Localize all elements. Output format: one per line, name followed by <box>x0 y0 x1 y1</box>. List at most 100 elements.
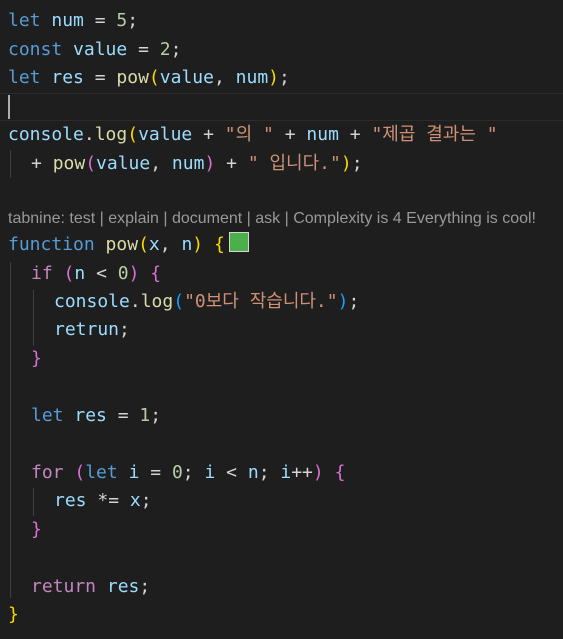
indent-guide <box>10 150 11 178</box>
operator: = <box>138 39 149 60</box>
code-line-if[interactable]: if (n < 0) { <box>31 260 563 288</box>
identifier: n <box>74 263 86 284</box>
parameter: x <box>148 234 160 255</box>
operator: + <box>226 153 237 174</box>
punctuation: . <box>83 124 95 145</box>
punctuation: ; <box>127 10 139 31</box>
identifier: n <box>247 462 259 483</box>
bracket: ) <box>204 153 216 174</box>
number-literal: 5 <box>116 10 128 31</box>
identifier: res <box>54 490 87 511</box>
function-name: pow <box>105 234 139 255</box>
bracket: ( <box>173 291 185 312</box>
punctuation: ; <box>279 67 290 88</box>
operator: = <box>117 405 129 426</box>
code-line-for-close[interactable]: } <box>31 516 563 544</box>
identifier: num <box>306 124 339 145</box>
function-name: pow <box>116 67 149 88</box>
identifier: res <box>51 67 84 88</box>
keyword: function <box>8 234 95 255</box>
identifier: value <box>73 39 128 60</box>
identifier: i <box>280 462 292 483</box>
identifier: value <box>96 153 151 174</box>
code-line-function-close[interactable]: } <box>8 601 563 629</box>
code-editor[interactable]: let num = 5; const value = 2; let res = … <box>0 0 563 639</box>
string-literal: "의 " <box>224 124 274 145</box>
keyword: let <box>8 67 41 88</box>
punctuation: ; <box>348 291 360 312</box>
code-line-res-multiply[interactable]: res *= x; <box>54 487 563 515</box>
function-name: log <box>94 124 128 145</box>
operator: + <box>284 124 296 145</box>
operator: + <box>31 153 42 174</box>
bracket: ( <box>74 462 86 483</box>
identifier: num <box>235 67 269 88</box>
bracket: ) <box>312 462 324 483</box>
operator: = <box>150 462 162 483</box>
identifier: i <box>128 462 140 483</box>
code-line-3[interactable]: let res = pow(value, num); <box>8 64 563 92</box>
number-literal: 2 <box>159 39 171 60</box>
bracket: ( <box>127 124 139 145</box>
keyword: const <box>8 39 63 60</box>
text-cursor <box>8 95 10 119</box>
code-line-5[interactable]: console.log(value + "의 " + num + "제곱 결과는… <box>8 121 563 149</box>
indent-guide <box>33 488 34 516</box>
keyword: return <box>31 576 97 597</box>
punctuation: , <box>213 67 225 88</box>
identifier: num <box>171 153 205 174</box>
code-line-6[interactable]: + pow(value, num) + " 입니다."); <box>31 150 563 178</box>
bracket: } <box>8 604 19 625</box>
keyword: if <box>31 263 53 284</box>
punctuation: ; <box>139 576 151 597</box>
color-swatch-icon[interactable] <box>228 232 249 252</box>
identifier: num <box>51 10 84 31</box>
punctuation: , <box>159 234 171 255</box>
identifier: res <box>106 576 140 597</box>
number-literal: 0 <box>117 263 129 284</box>
operator: = <box>94 67 106 88</box>
punctuation: ; <box>140 490 152 511</box>
code-line-let-res[interactable]: let res = 1; <box>31 402 563 430</box>
operator: + <box>203 124 214 145</box>
bracket: ) <box>128 263 140 284</box>
number-literal: 0 <box>171 462 183 483</box>
bracket: { <box>334 462 346 483</box>
bracket: ( <box>138 234 149 255</box>
code-line-if-close[interactable]: } <box>31 345 563 373</box>
code-line-return[interactable]: return res; <box>31 573 563 601</box>
current-line-highlight <box>0 93 563 121</box>
punctuation: . <box>129 291 141 312</box>
code-line-function[interactable]: function pow(x, n) { <box>8 231 563 259</box>
function-name: log <box>140 291 174 312</box>
operator: = <box>94 10 106 31</box>
code-line-2[interactable]: const value = 2; <box>8 36 563 64</box>
identifier: x <box>129 490 141 511</box>
function-name: pow <box>52 153 86 174</box>
operator: *= <box>97 490 120 511</box>
bracket: } <box>31 348 42 369</box>
tabnine-codelens[interactable]: tabnine: test | explain | document | ask… <box>8 207 563 231</box>
punctuation: ; <box>351 153 363 174</box>
code-line-1[interactable]: let num = 5; <box>8 7 563 35</box>
bracket: ( <box>63 263 75 284</box>
string-literal: " 입니다." <box>247 153 341 174</box>
number-literal: 1 <box>139 405 151 426</box>
code-line-console-log[interactable]: console.log("0보다 작습니다."); <box>54 288 563 316</box>
punctuation: ; <box>150 405 162 426</box>
identifier: res <box>74 405 107 426</box>
bracket: ) <box>337 291 349 312</box>
indent-guide <box>33 290 34 346</box>
parameter: n <box>181 234 193 255</box>
code-line-retrun[interactable]: retrun; <box>54 316 563 344</box>
code-line-for[interactable]: for (let i = 0; i < n; i++) { <box>31 459 563 487</box>
punctuation: ; <box>182 462 194 483</box>
operator: < <box>226 462 237 483</box>
identifier: value <box>138 124 193 145</box>
keyword: for <box>31 462 64 483</box>
string-literal: "0보다 작습니다." <box>184 291 338 312</box>
identifier: i <box>204 462 216 483</box>
bracket: ) <box>192 234 204 255</box>
identifier: console <box>8 124 84 145</box>
operator: < <box>96 263 107 284</box>
